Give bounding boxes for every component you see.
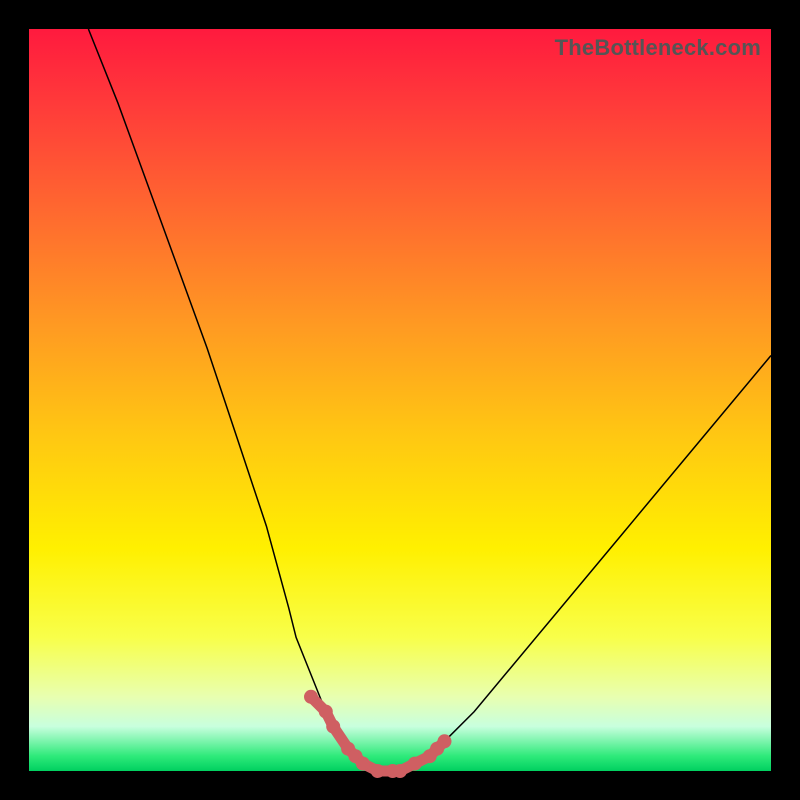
highlight-dots xyxy=(304,690,452,778)
highlight-dot xyxy=(304,690,318,704)
curve-group xyxy=(88,29,771,778)
highlight-dot xyxy=(326,720,340,734)
highlight-dot xyxy=(393,764,407,778)
highlight-dot xyxy=(371,764,385,778)
bottleneck-curve xyxy=(88,29,771,771)
plot-area: TheBottleneck.com xyxy=(29,29,771,771)
chart-svg xyxy=(29,29,771,771)
highlight-dot xyxy=(408,757,422,771)
highlight-dot xyxy=(356,757,370,771)
highlight-dot xyxy=(438,734,452,748)
highlight-dot xyxy=(319,705,333,719)
